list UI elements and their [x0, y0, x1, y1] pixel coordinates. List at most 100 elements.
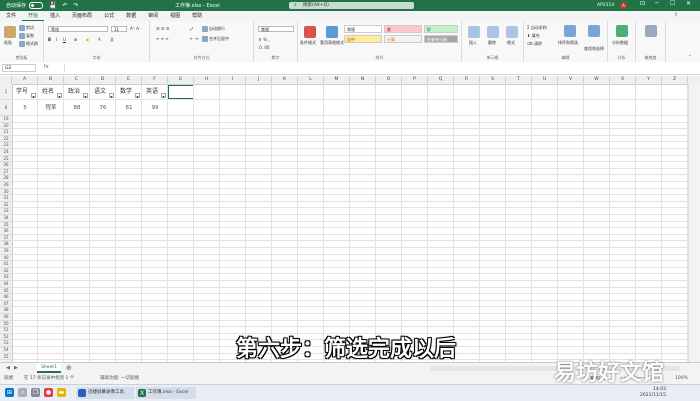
autosave-toggle[interactable]	[29, 2, 44, 9]
selected-cell[interactable]	[168, 85, 194, 99]
row-header-25[interactable]: 25	[0, 156, 12, 163]
row-header-19[interactable]: 19	[0, 116, 12, 123]
collapse-ribbon-icon[interactable]: ⌃	[688, 54, 691, 59]
style-good[interactable]: 好	[424, 25, 458, 33]
header-cell[interactable]: 数学	[120, 88, 132, 96]
column-header-x[interactable]: X	[610, 76, 636, 84]
filter-dropdown-icon[interactable]: ▾	[31, 93, 36, 99]
filter-dropdown-icon[interactable]: ▾	[109, 93, 114, 99]
redo-icon[interactable]: ↷	[74, 2, 79, 9]
column-header-i[interactable]: I	[220, 76, 246, 84]
autosum-button[interactable]: Σ 自动求和	[527, 25, 547, 31]
orientation-icon[interactable]: ⤢	[190, 26, 193, 31]
number-format-select[interactable]: 常规	[258, 26, 294, 32]
select-all-corner[interactable]	[0, 76, 12, 84]
column-header-j[interactable]: J	[246, 76, 272, 84]
indent-icon[interactable]: ⇤ ⇥	[190, 36, 198, 41]
delete-cells-button[interactable]: 删除	[488, 40, 496, 46]
italic-icon[interactable]: I	[56, 37, 57, 42]
row-header-6[interactable]: 6	[0, 100, 12, 116]
phonetic-icon[interactable]: 文	[110, 37, 114, 43]
row-header-41[interactable]: 41	[0, 261, 12, 268]
row-header-20[interactable]: 20	[0, 123, 12, 130]
style-bad[interactable]: 差	[384, 25, 422, 33]
vertical-scrollbar[interactable]	[688, 84, 700, 362]
tab-review[interactable]: 审阅	[142, 11, 164, 21]
column-header-u[interactable]: U	[532, 76, 558, 84]
tab-page-layout[interactable]: 页面布局	[66, 11, 98, 21]
row-header-47[interactable]: 47	[0, 301, 12, 308]
column-header-v[interactable]: V	[558, 76, 584, 84]
style-normal[interactable]: 常规	[344, 25, 382, 33]
row-header-45[interactable]: 45	[0, 288, 12, 295]
row-header-37[interactable]: 37	[0, 235, 12, 242]
taskbar-clock[interactable]: 14:03 2021/11/15	[640, 387, 666, 399]
header-cell[interactable]: 政治	[68, 88, 80, 96]
clear-button[interactable]: ⌫ 清除	[527, 41, 542, 47]
tab-home[interactable]: 开始	[22, 11, 45, 21]
style-check-cell[interactable]: 检查单元格	[424, 35, 458, 43]
column-header-f[interactable]: F	[142, 76, 168, 84]
column-header-r[interactable]: R	[454, 76, 480, 84]
fill-button[interactable]: ⬇ 填充	[527, 33, 540, 39]
cut-button[interactable]: 剪切	[19, 25, 34, 31]
row-header-54[interactable]: 54	[0, 347, 12, 354]
column-header-w[interactable]: W	[584, 76, 610, 84]
row-header-23[interactable]: 23	[0, 142, 12, 149]
table-cell[interactable]: 程某	[38, 104, 64, 112]
filter-dropdown-icon[interactable]: ▾	[161, 93, 166, 99]
row-header-30[interactable]: 30	[0, 189, 12, 196]
column-header-z[interactable]: Z	[662, 76, 688, 84]
name-box[interactable]: G2	[2, 64, 36, 72]
cell-grid[interactable]: 学号 ▾ 姓名 ▾ 政治 ▾ 语文 ▾ 数学 ▾ 英语 ▾ 5 程某 88 76 81 99	[12, 84, 688, 362]
row-header-36[interactable]: 36	[0, 228, 12, 235]
merge-center-button[interactable]: 合并后居中	[202, 36, 229, 42]
border-icon[interactable]: ⊞	[74, 37, 77, 42]
wrap-text-button[interactable]: 自动换行	[202, 26, 225, 32]
column-header-e[interactable]: E	[116, 76, 142, 84]
column-header-k[interactable]: K	[272, 76, 298, 84]
table-cell[interactable]: 76	[90, 104, 116, 112]
table-cell[interactable]: 5	[12, 104, 38, 112]
user-name[interactable]: AP2314	[597, 3, 614, 8]
row-header-22[interactable]: 22	[0, 136, 12, 143]
add-sheet-icon[interactable]: ⊕	[66, 364, 72, 372]
prev-sheet-icon[interactable]: ◀	[6, 365, 10, 371]
column-header-m[interactable]: M	[324, 76, 350, 84]
filter-dropdown-icon[interactable]: ▾	[83, 93, 88, 99]
row-header-27[interactable]: 27	[0, 169, 12, 176]
row-header-26[interactable]: 26	[0, 162, 12, 169]
conditional-format-button[interactable]: 条件格式	[300, 40, 316, 46]
row-header-51[interactable]: 51	[0, 327, 12, 334]
font-name-select[interactable]: 等线	[48, 26, 108, 32]
style-calculation[interactable]: 计算	[384, 35, 422, 43]
sheet-tab-sheet1[interactable]: Sheet1	[37, 363, 61, 373]
row-header-42[interactable]: 42	[0, 268, 12, 275]
status-accessibility[interactable]: 辅助功能: 一切就绪	[100, 374, 139, 384]
undo-icon[interactable]: ↶	[63, 2, 68, 9]
sensitivity-icon[interactable]	[645, 25, 657, 37]
row-header-1[interactable]: 1	[0, 84, 12, 100]
row-header-49[interactable]: 49	[0, 314, 12, 321]
table-format-button[interactable]: 套用表格格式	[320, 40, 344, 46]
row-header-21[interactable]: 21	[0, 129, 12, 136]
next-sheet-icon[interactable]: ▶	[14, 365, 18, 371]
paste-button[interactable]: 粘贴	[4, 40, 12, 46]
decimal-icon[interactable]: .0 .00	[258, 45, 269, 50]
row-header-35[interactable]: 35	[0, 222, 12, 229]
column-header-b[interactable]: B	[38, 76, 64, 84]
taskview-icon[interactable]: ❐	[31, 388, 40, 397]
column-header-c[interactable]: C	[64, 76, 90, 84]
column-header-y[interactable]: Y	[636, 76, 662, 84]
folder-icon[interactable]: ▬	[57, 388, 66, 397]
search-taskbar-icon[interactable]: ⌕	[18, 388, 27, 397]
avatar[interactable]: A	[620, 2, 627, 9]
header-cell[interactable]: 学号	[16, 88, 28, 96]
copy-button[interactable]: 复制	[19, 33, 34, 39]
row-header-40[interactable]: 40	[0, 255, 12, 262]
format-cells-button[interactable]: 格式	[507, 40, 515, 46]
top-align-icon[interactable]: ☰ ☰ ☰	[156, 26, 169, 31]
font-size-select[interactable]: 11	[111, 26, 127, 32]
row-header-48[interactable]: 48	[0, 307, 12, 314]
windows-start-icon[interactable]: ⊞	[5, 388, 14, 397]
